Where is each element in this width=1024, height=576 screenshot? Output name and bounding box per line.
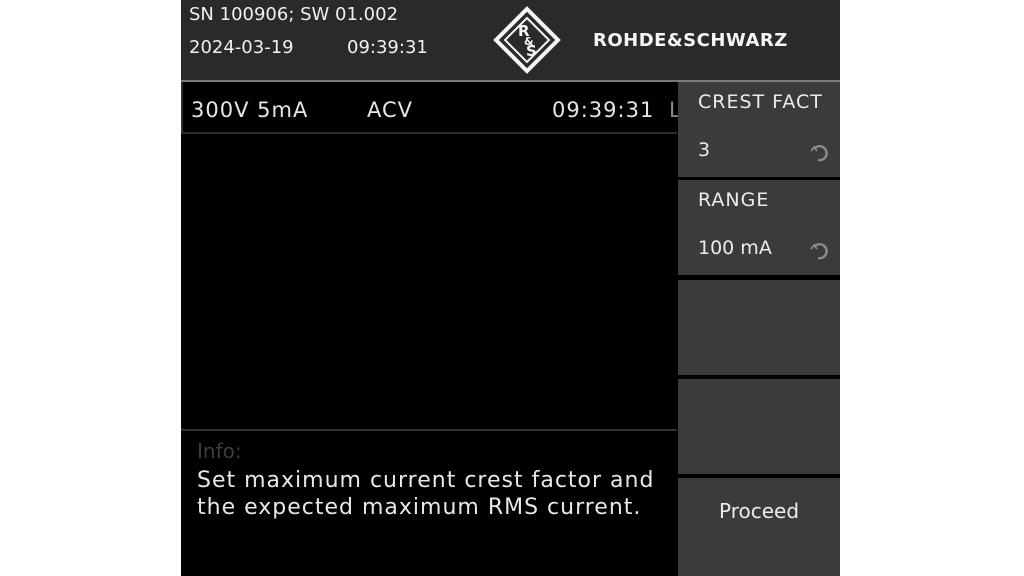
softkey-empty-4[interactable] (678, 379, 840, 474)
softkey-label: CREST FACT (698, 91, 823, 113)
measurement-range: 300V 5mA (191, 98, 309, 122)
svg-text:S: S (526, 42, 537, 60)
softkey-range[interactable]: RANGE 100 mA (678, 180, 840, 275)
brand-name: ROHDE&SCHWARZ (593, 30, 788, 51)
measurement-display (181, 134, 677, 428)
softkey-crest-factor[interactable]: CREST FACT 3 (678, 82, 840, 177)
crest-factor-value: 3 (698, 139, 711, 161)
header-time: 09:39:31 (347, 37, 428, 58)
softkey-panel: CREST FACT 3 RANGE 100 mA Proceed (678, 82, 840, 576)
instrument-screen: SN 100906; SW 01.002 2024-03-19 09:39:31… (181, 0, 840, 576)
rohde-schwarz-logo: R & S (493, 6, 561, 74)
softkey-label: RANGE (698, 189, 770, 211)
proceed-button[interactable]: Proceed (678, 478, 840, 576)
proceed-label: Proceed (718, 499, 800, 523)
status-line: 300V 5mA ACV 09:39:31 L (181, 82, 681, 134)
softkey-empty-3[interactable] (678, 280, 840, 375)
info-title: Info: (197, 439, 242, 463)
header-bar: SN 100906; SW 01.002 2024-03-19 09:39:31… (181, 0, 840, 80)
info-panel: Info: Set maximum current crest factor a… (181, 431, 677, 576)
info-message: Set maximum current crest factor and the… (197, 468, 655, 520)
range-value: 100 mA (698, 237, 772, 259)
rotary-knob-icon (810, 243, 828, 260)
serial-software-info: SN 100906; SW 01.002 (189, 4, 399, 25)
rotary-knob-icon (810, 145, 828, 162)
measurement-mode: ACV (367, 98, 414, 122)
header-date: 2024-03-19 (189, 37, 294, 58)
status-time: 09:39:31 (552, 98, 655, 122)
